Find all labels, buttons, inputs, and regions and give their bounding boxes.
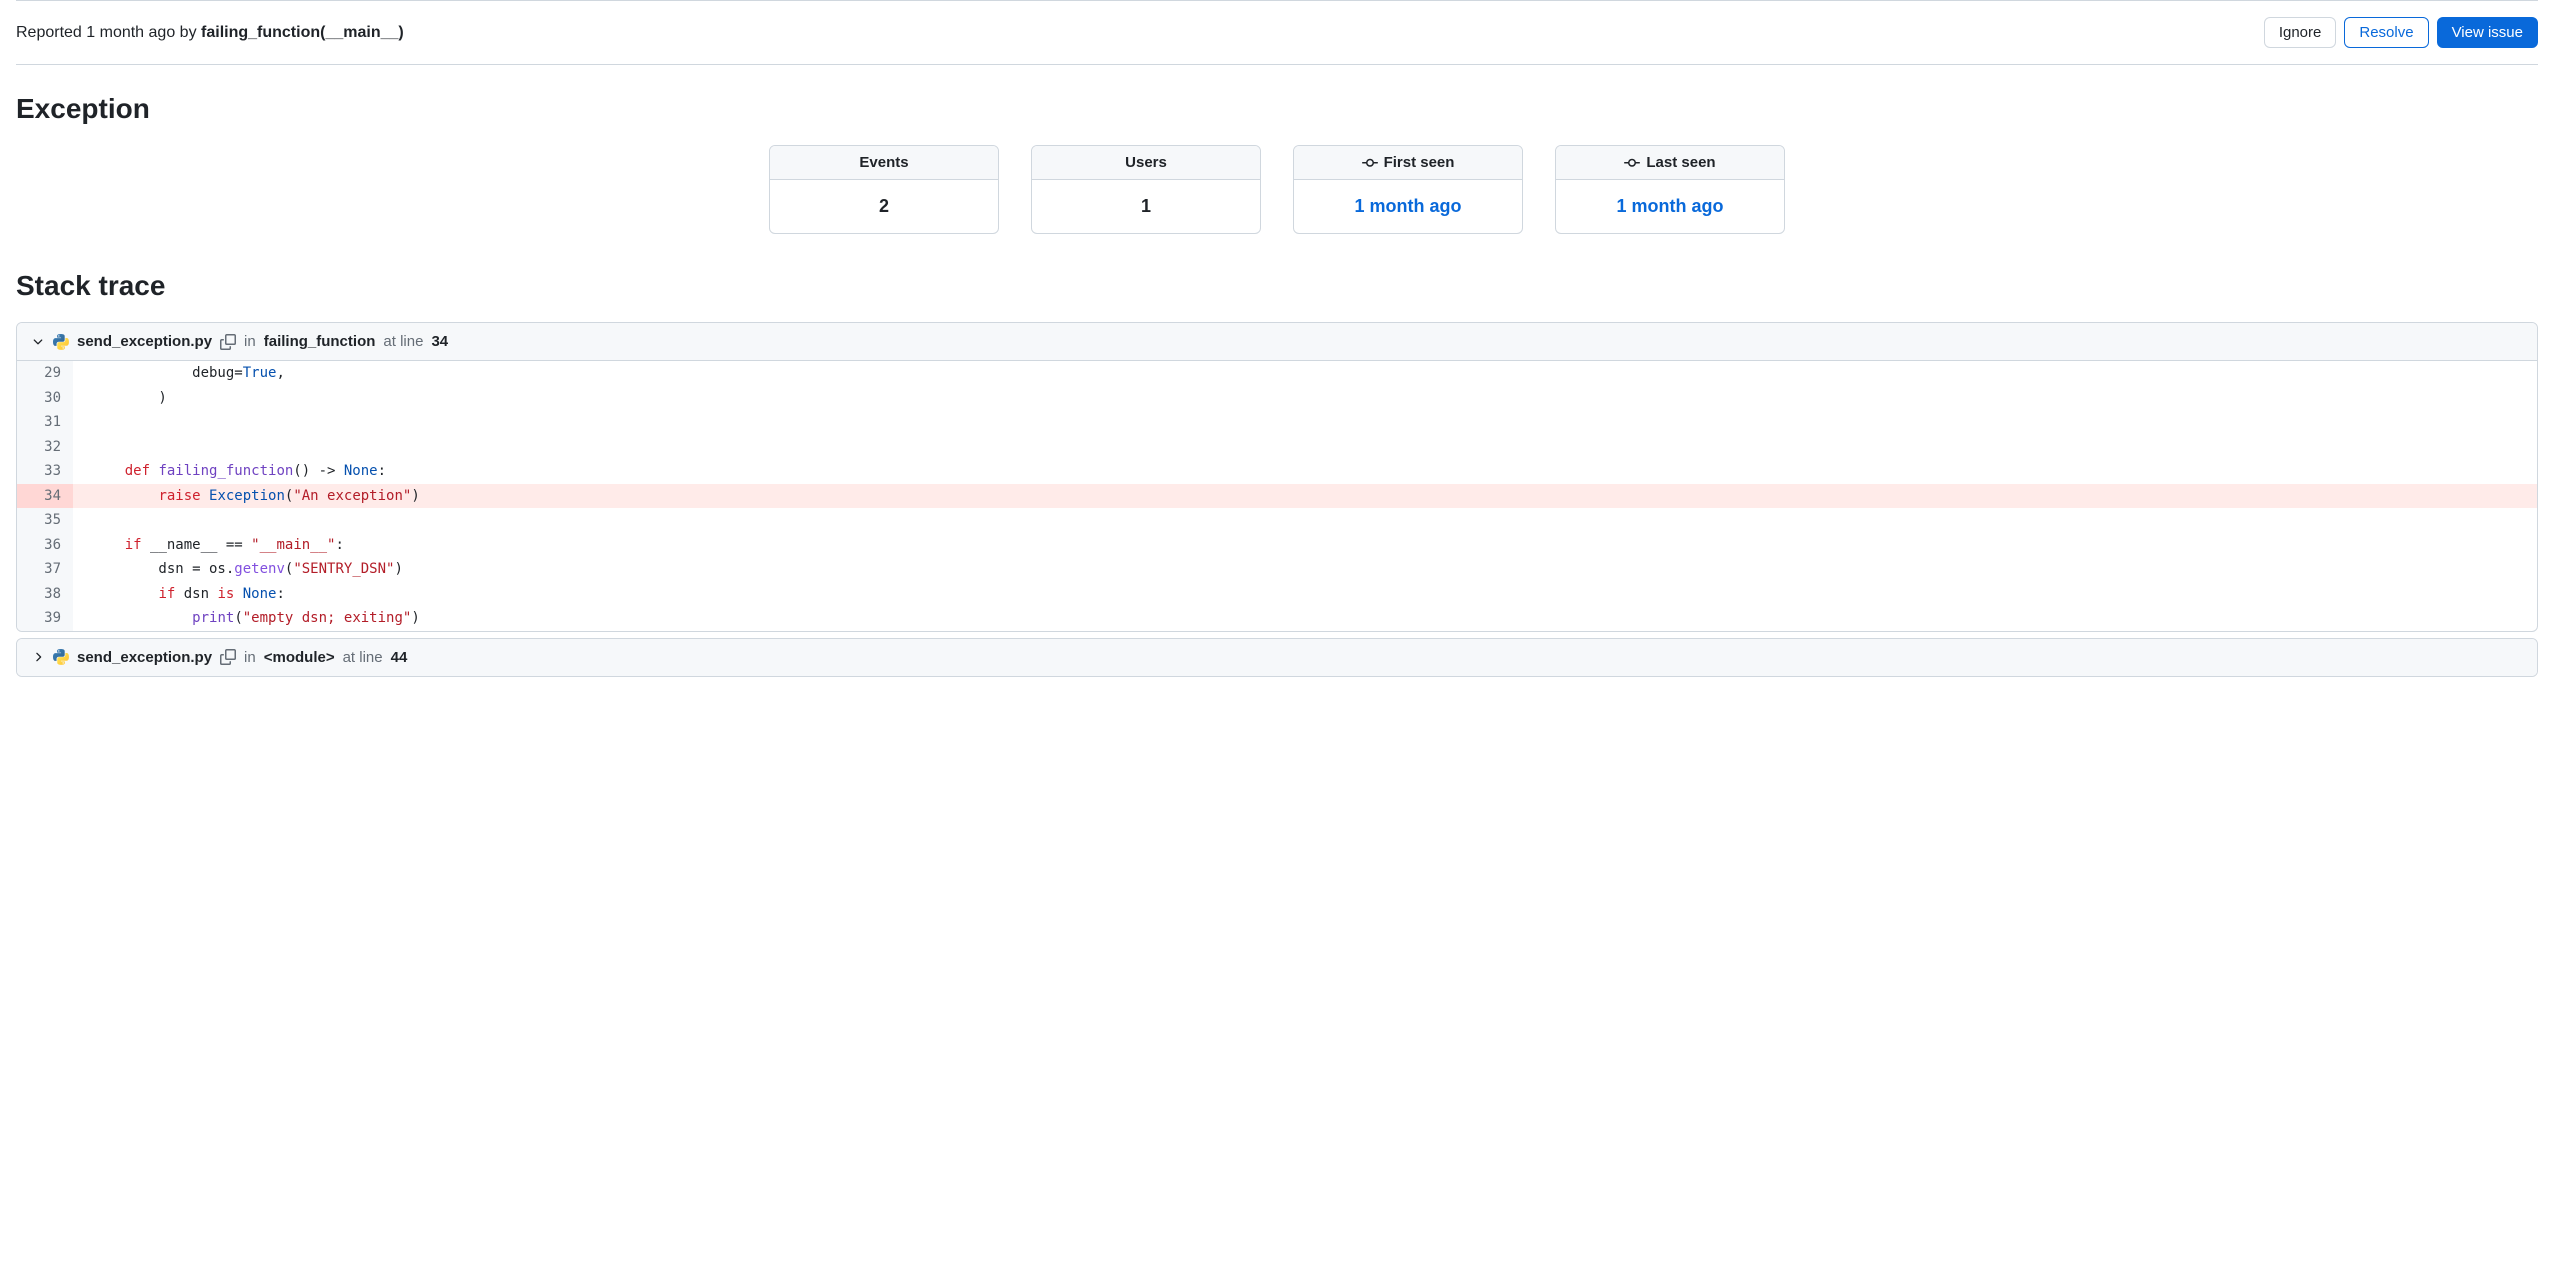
code-line: 32 — [17, 435, 2537, 460]
exception-title: Exception — [16, 93, 2538, 125]
stat-label: First seen — [1384, 154, 1455, 171]
code-line: 36 if __name__ == "__main__": — [17, 533, 2537, 558]
chevron-right-icon[interactable] — [31, 650, 45, 664]
line-content — [73, 508, 2537, 533]
line-number: 32 — [17, 435, 73, 460]
python-icon — [53, 334, 69, 350]
line-number: 29 — [17, 361, 73, 386]
stat-value: 2 — [770, 180, 998, 233]
stats-row: Events2Users1First seen1 month agoLast s… — [16, 145, 2538, 234]
line-content: if __name__ == "__main__": — [73, 533, 2537, 558]
stack-frame: send_exception.py in <module> at line 44 — [16, 638, 2538, 677]
frame-line-number: 34 — [431, 333, 448, 350]
stat-value[interactable]: 1 month ago — [1294, 180, 1522, 233]
action-buttons: Ignore Resolve View issue — [2264, 17, 2538, 48]
frame-atline-text: at line — [343, 649, 383, 666]
stat-card: First seen 1 month ago — [1293, 145, 1523, 234]
stacktrace-title: Stack trace — [16, 270, 2538, 302]
code-line: 29 debug=True, — [17, 361, 2537, 386]
code-block: 29 debug=True,30 )313233 def failing_fun… — [17, 361, 2537, 631]
line-content — [73, 435, 2537, 460]
frame-line-number: 44 — [391, 649, 408, 666]
frame-in-text: in — [244, 649, 256, 666]
line-content: dsn = os.getenv("SENTRY_DSN") — [73, 557, 2537, 582]
line-number: 33 — [17, 459, 73, 484]
stat-card: Last seen 1 month ago — [1555, 145, 1785, 234]
line-number: 34 — [17, 484, 73, 509]
code-line: 33 def failing_function() -> None: — [17, 459, 2537, 484]
line-number: 38 — [17, 582, 73, 607]
line-content: if dsn is None: — [73, 582, 2537, 607]
code-line: 30 ) — [17, 386, 2537, 411]
line-number: 30 — [17, 386, 73, 411]
stat-header: Users — [1032, 146, 1260, 180]
frame-filename: send_exception.py — [77, 649, 212, 666]
commit-icon — [1362, 155, 1378, 171]
line-number: 36 — [17, 533, 73, 558]
stacktrace-frames: send_exception.pyinfailing_functionat li… — [16, 322, 2538, 677]
resolve-button[interactable]: Resolve — [2344, 17, 2428, 48]
stat-header: Events — [770, 146, 998, 180]
copy-icon[interactable] — [220, 649, 236, 665]
code-line: 39 print("empty dsn; exiting") — [17, 606, 2537, 631]
reported-by-text: Reported 1 month ago by failing_function… — [16, 24, 404, 42]
reported-by-source: failing_function(__main__) — [201, 24, 404, 41]
stat-value[interactable]: 1 month ago — [1556, 180, 1784, 233]
line-number: 35 — [17, 508, 73, 533]
stat-value: 1 — [1032, 180, 1260, 233]
issue-header: Reported 1 month ago by failing_function… — [16, 1, 2538, 65]
code-line: 34 raise Exception("An exception") — [17, 484, 2537, 509]
stat-label: Users — [1125, 154, 1167, 171]
view-issue-button[interactable]: View issue — [2437, 17, 2538, 48]
line-content: debug=True, — [73, 361, 2537, 386]
stat-header: First seen — [1294, 146, 1522, 180]
line-content: ) — [73, 386, 2537, 411]
frame-function: failing_function — [264, 333, 376, 350]
line-content — [73, 410, 2537, 435]
frame-in-text: in — [244, 333, 256, 350]
stack-frame: send_exception.py in failing_function at li… — [16, 322, 2538, 632]
code-line: 38 if dsn is None: — [17, 582, 2537, 607]
stat-label: Events — [859, 154, 908, 171]
frame-header[interactable]: send_exception.py in <module> at line 44 — [17, 639, 2537, 676]
frame-atline-text: at line — [383, 333, 423, 350]
frame-filename: send_exception.py — [77, 333, 212, 350]
line-number: 39 — [17, 606, 73, 631]
line-content: def failing_function() -> None: — [73, 459, 2537, 484]
code-line: 37 dsn = os.getenv("SENTRY_DSN") — [17, 557, 2537, 582]
python-icon — [53, 649, 69, 665]
stat-label: Last seen — [1646, 154, 1715, 171]
line-content: print("empty dsn; exiting") — [73, 606, 2537, 631]
commit-icon — [1624, 155, 1640, 171]
stat-card: Events 2 — [769, 145, 999, 234]
ignore-button[interactable]: Ignore — [2264, 17, 2337, 48]
reported-prefix: Reported 1 month ago by — [16, 24, 201, 41]
frame-header[interactable]: send_exception.py in failing_function at li… — [17, 323, 2537, 361]
stat-header: Last seen — [1556, 146, 1784, 180]
stat-card: Users 1 — [1031, 145, 1261, 234]
copy-icon[interactable] — [220, 334, 236, 350]
line-number: 37 — [17, 557, 73, 582]
code-line: 35 — [17, 508, 2537, 533]
code-line: 31 — [17, 410, 2537, 435]
line-content: raise Exception("An exception") — [73, 484, 2537, 509]
frame-function: <module> — [264, 649, 335, 666]
chevron-down-icon[interactable] — [31, 335, 45, 349]
line-number: 31 — [17, 410, 73, 435]
